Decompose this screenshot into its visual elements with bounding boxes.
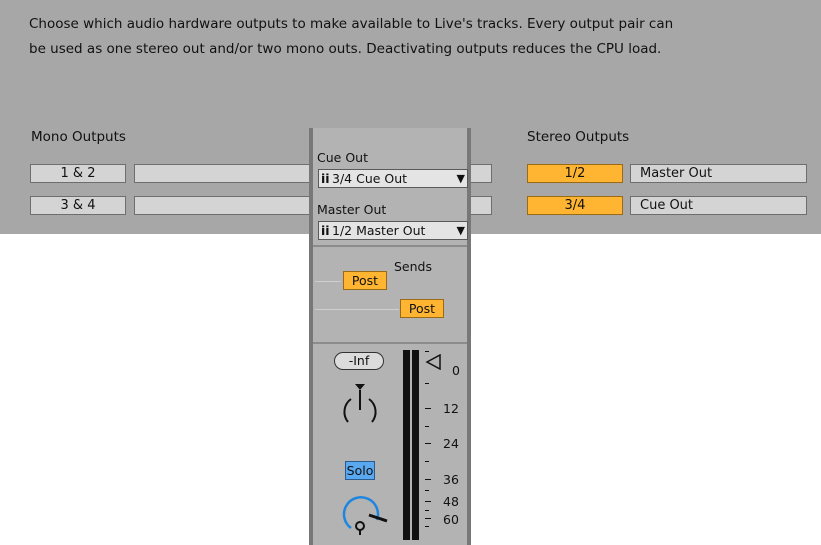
meter-tick [425, 510, 429, 511]
send-line-a [315, 281, 341, 282]
cue-out-dropdown[interactable]: ii 3/4 Cue Out ▼ [318, 169, 468, 188]
mono-pair-name-field-1-2[interactable] [134, 164, 312, 183]
mono-pair-toggle-3-4[interactable]: 3 & 4 [30, 196, 126, 215]
stereo-pair-toggle-1-2[interactable]: 1/2 [527, 164, 623, 183]
meter-tick [425, 351, 429, 352]
volume-display[interactable]: -Inf [334, 352, 384, 370]
cue-volume-knob-icon[interactable] [339, 488, 391, 538]
send-b-post-button[interactable]: Post [400, 299, 444, 318]
meter-scale-label: 24 [443, 436, 459, 451]
master-mixer-strip: Cue Out ii 3/4 Cue Out ▼ Master Out ii 1… [309, 128, 471, 545]
master-out-label: Master Out [317, 202, 387, 217]
master-out-value: 1/2 Master Out [332, 223, 426, 238]
output-description: Choose which audio hardware outputs to m… [29, 12, 819, 62]
stereo-pair-name-field-1-2[interactable]: Master Out [630, 164, 807, 183]
level-meter-right [412, 350, 419, 540]
mono-pair-name-field-tail-3-4[interactable] [470, 196, 492, 215]
meter-scale-label: 12 [443, 401, 459, 416]
meter-tick [425, 426, 429, 427]
mono-pair-name-field-tail-1-2[interactable] [470, 164, 492, 183]
mono-pair-name-field-3-4[interactable] [134, 196, 312, 215]
pan-knob-icon[interactable] [337, 378, 383, 438]
stereo-channel-icon: ii [321, 171, 330, 186]
meter-tick [425, 501, 431, 502]
section-divider [313, 342, 467, 344]
chevron-down-icon: ▼ [456, 172, 465, 185]
mono-outputs-label: Mono Outputs [31, 129, 126, 145]
send-line-b [315, 309, 399, 310]
description-line-1: Choose which audio hardware outputs to m… [29, 16, 674, 32]
stereo-outputs-label: Stereo Outputs [527, 129, 630, 145]
send-a-post-button[interactable]: Post [343, 271, 387, 290]
meter-tick [425, 479, 431, 480]
stereo-pair-name-field-3-4[interactable]: Cue Out [630, 196, 807, 215]
meter-tick [425, 408, 431, 409]
meter-scale-label: 0 [452, 363, 460, 378]
meter-tick [425, 443, 431, 444]
meter-scale-label: 48 [443, 494, 459, 509]
description-line-2: be used as one stereo out and/or two mon… [29, 41, 662, 57]
solo-button[interactable]: Solo [345, 461, 375, 480]
cue-out-value: 3/4 Cue Out [332, 171, 408, 186]
sends-label: Sends [394, 259, 432, 274]
section-divider [313, 245, 467, 247]
chevron-down-icon: ▼ [456, 224, 465, 237]
meter-tick [425, 461, 429, 462]
meter-scale-label: 36 [443, 472, 459, 487]
cue-out-label: Cue Out [317, 150, 368, 165]
level-meter-left [403, 350, 410, 540]
meter-scale-label: 60 [443, 512, 459, 527]
master-out-dropdown[interactable]: ii 1/2 Master Out ▼ [318, 221, 468, 240]
meter-tick [425, 490, 429, 491]
meter-tick [425, 518, 431, 519]
fader-handle-icon[interactable] [425, 354, 443, 370]
meter-tick [425, 526, 429, 527]
stereo-channel-icon: ii [321, 223, 330, 238]
meter-tick [425, 383, 429, 384]
stereo-pair-toggle-3-4[interactable]: 3/4 [527, 196, 623, 215]
mono-pair-toggle-1-2[interactable]: 1 & 2 [30, 164, 126, 183]
